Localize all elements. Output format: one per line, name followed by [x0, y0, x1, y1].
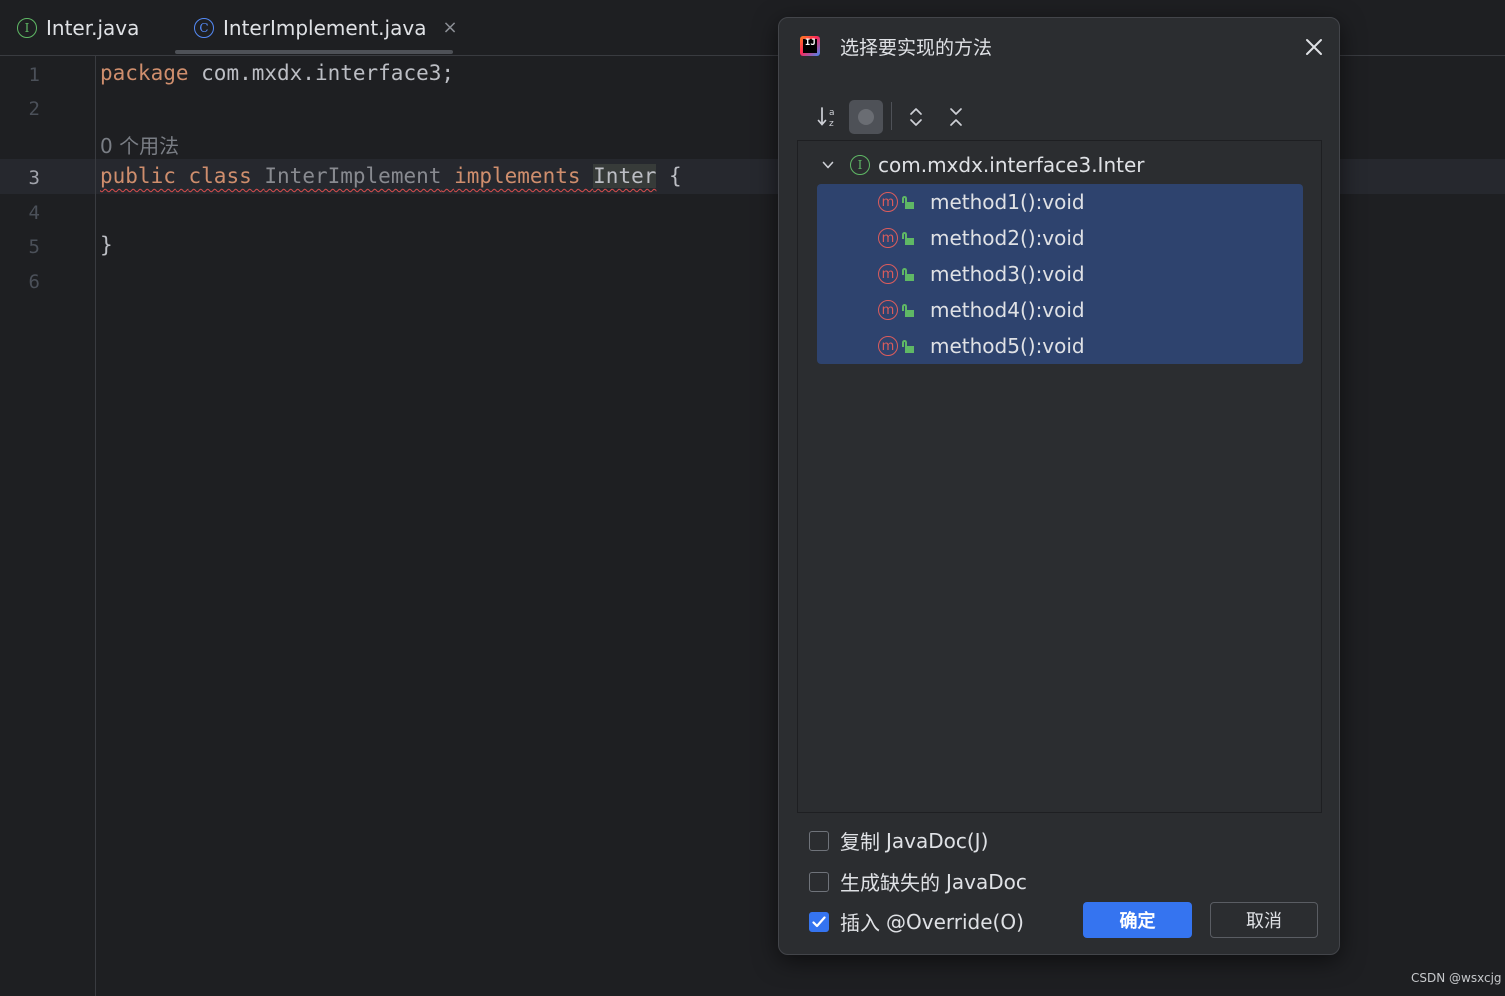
tab-label: InterImplement.java	[223, 15, 427, 40]
method-label: method1():void	[930, 190, 1085, 214]
option-label-en: @Override(O)	[886, 909, 1024, 934]
public-access-icon	[902, 339, 914, 353]
insert-override-option[interactable]: 插入 @Override(O)	[809, 907, 1024, 936]
cancel-button[interactable]: 取消	[1210, 902, 1318, 938]
public-access-icon	[902, 231, 914, 245]
package-name: com.mxdx.interface3;	[188, 61, 455, 85]
active-tab-indicator	[175, 50, 453, 54]
implement-methods-dialog: IJ 选择要实现的方法 a z I com.mxdx.interface3.In…	[778, 17, 1340, 955]
intellij-logo-icon: IJ	[800, 36, 820, 56]
line-number: 4	[28, 202, 40, 224]
tree-node-interface[interactable]: I com.mxdx.interface3.Inter	[822, 153, 1145, 177]
code-line-1[interactable]: package com.mxdx.interface3;	[100, 61, 454, 85]
public-access-icon	[902, 195, 914, 209]
open-brace: {	[656, 164, 682, 188]
toolbar-separator	[891, 102, 892, 130]
keyword: public	[100, 164, 176, 188]
method-icon: m	[878, 264, 898, 284]
interface-reference: Inter	[593, 164, 657, 188]
method-label: method4():void	[930, 298, 1085, 322]
option-label-en: JavaDoc(J)	[886, 828, 989, 853]
chevron-down-icon[interactable]	[822, 159, 834, 171]
line-number: 2	[28, 98, 40, 120]
code-line-3[interactable]: public class InterImplement implements I…	[100, 164, 682, 188]
line-number: 1	[28, 64, 40, 86]
method-label: method5():void	[930, 334, 1085, 358]
ok-button[interactable]: 确定	[1083, 902, 1192, 938]
usage-hint[interactable]: 0 个用法	[100, 130, 179, 159]
checkbox[interactable]	[809, 871, 829, 892]
method-item[interactable]: m method2():void	[878, 220, 1085, 256]
tab-interimplement-java[interactable]: C InterImplement.java ×	[194, 0, 458, 55]
method-item[interactable]: m method4():void	[878, 292, 1085, 328]
close-icon[interactable]	[1303, 36, 1325, 58]
line-number: 5	[28, 236, 40, 258]
public-access-icon	[902, 303, 914, 317]
show-members-toggle-icon[interactable]	[849, 100, 883, 134]
method-icon: m	[878, 336, 898, 356]
code-line-5[interactable]: }	[100, 233, 113, 257]
line-number-current: 3	[28, 167, 40, 189]
option-label-en: JavaDoc	[946, 869, 1027, 894]
keyword: class	[188, 164, 252, 188]
interface-icon: I	[850, 155, 870, 175]
public-access-icon	[902, 267, 914, 281]
method-label: method3():void	[930, 262, 1085, 286]
generate-missing-javadoc-option[interactable]: 生成缺失的 JavaDoc	[809, 867, 1027, 896]
method-item[interactable]: m method3():void	[878, 256, 1085, 292]
method-item[interactable]: m method1():void	[878, 184, 1085, 220]
tree-node-label: com.mxdx.interface3.Inter	[878, 153, 1145, 177]
method-icon: m	[878, 192, 898, 212]
method-label: method2():void	[930, 226, 1085, 250]
watermark: CSDN @wsxcjg	[1411, 971, 1502, 985]
sort-alphabetically-icon[interactable]: a z	[811, 100, 845, 134]
collapse-all-icon[interactable]	[939, 100, 973, 134]
checkbox[interactable]	[809, 830, 829, 851]
tab-label: Inter.java	[46, 15, 140, 40]
option-label-cn: 复制	[840, 830, 880, 854]
expand-all-icon[interactable]	[899, 100, 933, 134]
option-label-cn: 插入	[840, 911, 880, 935]
method-tree[interactable]: I com.mxdx.interface3.Inter m method1():…	[797, 140, 1322, 813]
dialog-title: 选择要实现的方法	[840, 37, 993, 59]
line-number-gutter	[0, 56, 96, 996]
checkbox-checked[interactable]	[809, 911, 829, 932]
option-label-cn: 生成缺失的	[840, 871, 940, 895]
svg-text:z: z	[829, 119, 834, 129]
keyword: implements	[454, 164, 581, 188]
class-icon: C	[194, 17, 214, 38]
close-tab-icon[interactable]: ×	[442, 17, 457, 38]
tab-inter-java[interactable]: I Inter.java	[17, 0, 139, 55]
keyword: package	[100, 61, 189, 85]
interface-icon: I	[17, 17, 37, 38]
class-name: InterImplement	[264, 164, 442, 188]
checkmark-icon	[812, 915, 826, 927]
method-icon: m	[878, 300, 898, 320]
method-item[interactable]: m method5():void	[878, 328, 1085, 364]
copy-javadoc-option[interactable]: 复制 JavaDoc(J)	[809, 826, 988, 855]
svg-text:a: a	[829, 108, 835, 118]
line-number: 6	[28, 271, 40, 293]
method-icon: m	[878, 228, 898, 248]
